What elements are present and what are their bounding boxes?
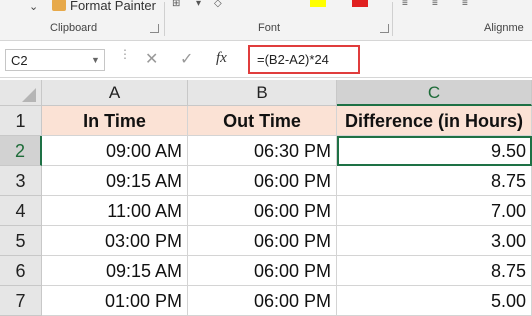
cell-a5[interactable]: 03:00 PM: [42, 226, 188, 256]
font-color-swatch[interactable]: [352, 0, 368, 7]
font-group-label: Font: [258, 22, 281, 34]
enter-icon[interactable]: ✓: [180, 49, 193, 69]
font-launcher-icon[interactable]: [380, 24, 389, 33]
cancel-icon[interactable]: ✕: [145, 49, 158, 69]
cell-c5[interactable]: 3.00: [337, 226, 532, 256]
row-header-4[interactable]: 4: [0, 196, 42, 226]
formula-input[interactable]: =(B2-A2)*24: [249, 46, 532, 74]
row-header-3[interactable]: 3: [0, 166, 42, 196]
cell-b4[interactable]: 06:00 PM: [188, 196, 337, 226]
cell-c2[interactable]: 9.50: [337, 136, 532, 166]
cell-a1[interactable]: In Time: [42, 106, 188, 136]
alignment-group-label: Alignme: [484, 22, 524, 34]
column-header-a[interactable]: A: [42, 80, 188, 106]
clipboard-launcher-icon[interactable]: [150, 24, 159, 33]
more-options-icon[interactable]: ⋮: [119, 48, 131, 60]
ribbon-separator: [392, 2, 393, 36]
cell-b5[interactable]: 06:00 PM: [188, 226, 337, 256]
cell-b3[interactable]: 06:00 PM: [188, 166, 337, 196]
cell-c7[interactable]: 5.00: [337, 286, 532, 316]
border-icon[interactable]: ⊞: [172, 0, 180, 9]
ribbon-separator: [164, 2, 165, 36]
align-right-icon[interactable]: ≡: [462, 0, 468, 9]
cell-c1[interactable]: Difference (in Hours): [337, 106, 532, 136]
dropdown-icon[interactable]: ▾: [196, 0, 201, 9]
cell-a3[interactable]: 09:15 AM: [42, 166, 188, 196]
highlight-color-swatch[interactable]: [310, 0, 326, 7]
cell-b1[interactable]: Out Time: [188, 106, 337, 136]
row-header-1[interactable]: 1: [0, 106, 42, 136]
format-painter-button[interactable]: Format Painter: [52, 0, 156, 13]
select-all-icon: [22, 88, 36, 102]
cell-c3[interactable]: 8.75: [337, 166, 532, 196]
spreadsheet-grid: A B C 1 2 3 4 5 6 7 In Time Out Time Dif…: [0, 80, 532, 316]
row-header-6[interactable]: 6: [0, 256, 42, 286]
align-left-icon[interactable]: ≡: [402, 0, 408, 9]
cell-c6[interactable]: 8.75: [337, 256, 532, 286]
column-header-b[interactable]: B: [188, 80, 337, 106]
cell-b2[interactable]: 06:30 PM: [188, 136, 337, 166]
cell-a4[interactable]: 11:00 AM: [42, 196, 188, 226]
clipboard-group-label: Clipboard: [50, 22, 98, 34]
chevron-down-icon[interactable]: ⌄: [29, 0, 38, 13]
cell-a6[interactable]: 09:15 AM: [42, 256, 188, 286]
name-box[interactable]: C2: [5, 49, 105, 71]
cell-b6[interactable]: 06:00 PM: [188, 256, 337, 286]
column-header-c[interactable]: C: [337, 80, 532, 106]
format-painter-label: Format Painter: [70, 0, 156, 13]
paintbrush-icon: [52, 0, 66, 11]
fill-color-icon[interactable]: ◇: [214, 0, 222, 9]
select-all-button[interactable]: [0, 80, 42, 106]
ribbon: ⌄ Format Painter ⊞ ▾ ◇ ≡ ≡ ≡ Clipboard F…: [0, 0, 532, 41]
cell-b7[interactable]: 06:00 PM: [188, 286, 337, 316]
name-box-dropdown-icon[interactable]: ▼: [91, 55, 100, 65]
cell-c4[interactable]: 7.00: [337, 196, 532, 226]
row-header-7[interactable]: 7: [0, 286, 42, 316]
insert-function-icon[interactable]: fx: [216, 50, 227, 67]
align-center-icon[interactable]: ≡: [432, 0, 438, 9]
cell-a7[interactable]: 01:00 PM: [42, 286, 188, 316]
row-header-2[interactable]: 2: [0, 136, 42, 166]
row-header-5[interactable]: 5: [0, 226, 42, 256]
cell-a2[interactable]: 09:00 AM: [42, 136, 188, 166]
